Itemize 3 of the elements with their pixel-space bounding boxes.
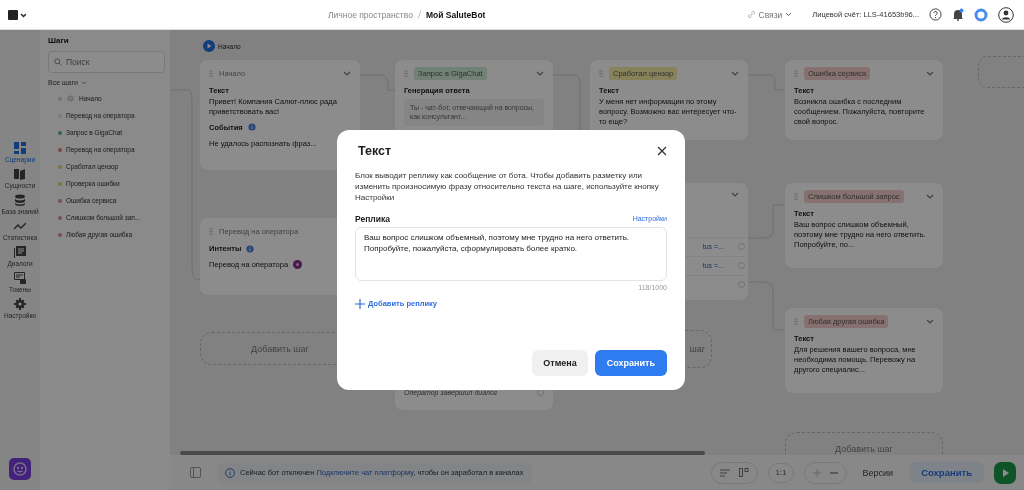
sidebar-title: Шаги [48, 36, 70, 45]
dialog-description: Блок выводит реплику как сообщение от бота. Чтобы добавить разметку или изменить произносимую фразу относительно текста на шаге, используйте кнопку Настройки [355, 170, 660, 204]
dialog-title: Текст [358, 144, 392, 158]
